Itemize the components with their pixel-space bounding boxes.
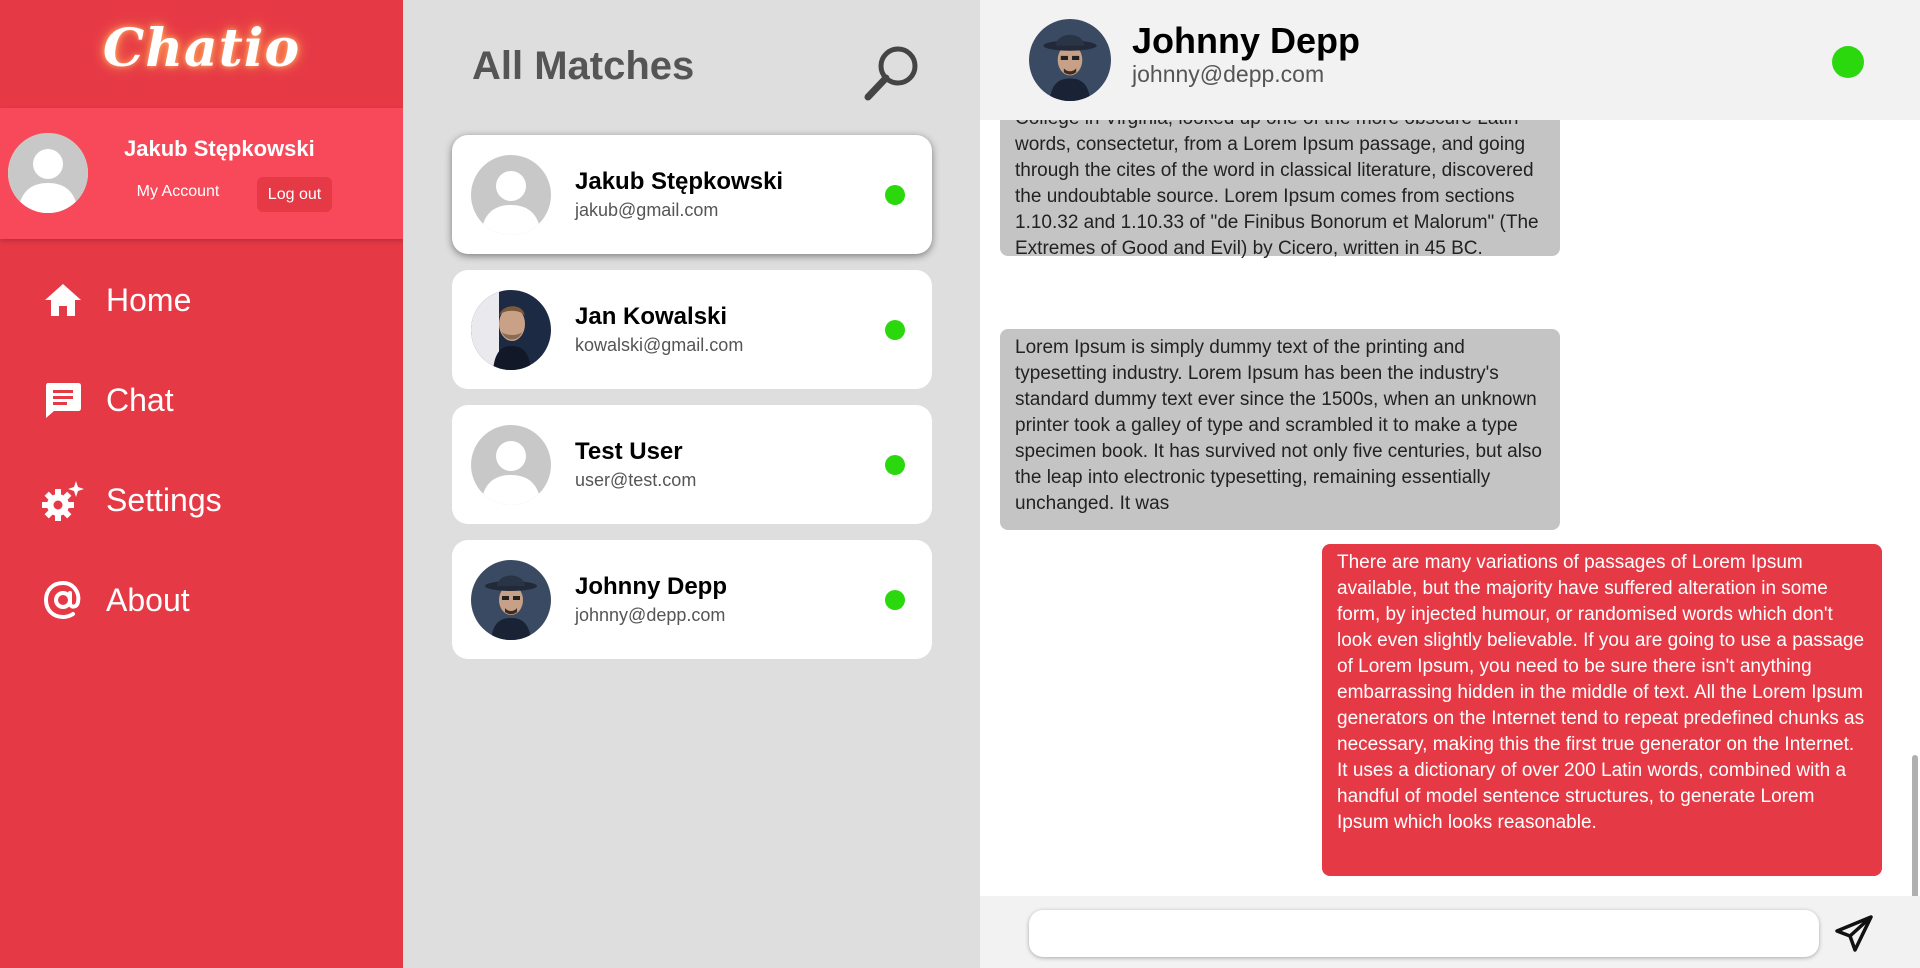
avatar[interactable]	[8, 133, 88, 213]
match-card[interactable]: Johnny Depp johnny@depp.com	[452, 540, 932, 659]
match-name: Johnny Depp	[575, 573, 728, 600]
at-icon	[42, 579, 84, 621]
incoming-message: Lorem Ipsum is simply dummy text of the …	[1000, 329, 1560, 530]
avatar	[471, 290, 551, 370]
matches-title: All Matches	[472, 44, 695, 88]
nav-label-about: About	[106, 581, 190, 618]
match-name: Test User	[575, 438, 683, 465]
match-name: Jan Kowalski	[575, 303, 728, 330]
online-status-dot	[885, 455, 905, 475]
message-composer	[980, 896, 1920, 968]
match-email: johnny@depp.com	[575, 605, 726, 625]
send-button[interactable]	[1830, 910, 1878, 958]
logout-button[interactable]: Log out	[257, 177, 332, 212]
match-email: kowalski@gmail.com	[575, 335, 744, 355]
nav-label-chat: Chat	[106, 381, 174, 418]
scrollbar-thumb[interactable]	[1912, 755, 1918, 896]
incoming-message: College in Virginia, looked up one of th…	[1000, 120, 1560, 259]
profile-photo-icon	[471, 560, 551, 640]
search-icon	[864, 46, 918, 101]
match-email: user@test.com	[575, 470, 697, 490]
default-avatar-icon	[471, 425, 551, 505]
nav-item-about[interactable]: About	[0, 550, 403, 650]
send-icon	[1835, 915, 1873, 952]
avatar	[471, 560, 551, 640]
nav-item-home[interactable]: Home	[0, 250, 403, 350]
sidebar: Chatio Jakub Stępkowski My Account Log o…	[0, 0, 415, 968]
main-nav: Home Chat Settings About	[0, 250, 403, 650]
match-card[interactable]: Jakub Stępkowski jakub@gmail.com	[452, 135, 932, 254]
default-avatar-icon	[8, 133, 88, 213]
avatar	[471, 155, 551, 235]
home-icon	[42, 279, 84, 321]
current-user-name: Jakub Stępkowski	[124, 136, 315, 161]
avatar[interactable]	[1029, 19, 1111, 101]
chat-contact-name: Johnny Depp	[1132, 20, 1361, 61]
match-card[interactable]: Test User user@test.com	[452, 405, 932, 524]
profile-photo-icon	[471, 290, 551, 370]
nav-item-chat[interactable]: Chat	[0, 350, 403, 450]
nav-item-settings[interactable]: Settings	[0, 450, 403, 550]
chat-contact-email: johnny@depp.com	[1132, 61, 1325, 87]
current-user-card: Jakub Stępkowski My Account Log out	[0, 108, 415, 239]
online-status-dot	[885, 320, 905, 340]
matches-panel: All Matches Jakub Stępkowski jakub@gmail…	[403, 0, 980, 968]
message-input[interactable]	[1029, 910, 1819, 957]
gear-icon	[42, 479, 84, 521]
avatar	[471, 425, 551, 505]
match-name: Jakub Stępkowski	[575, 168, 784, 195]
nav-label-home: Home	[106, 281, 192, 318]
profile-photo-icon	[1029, 19, 1111, 101]
match-card[interactable]: Jan Kowalski kowalski@gmail.com	[452, 270, 932, 389]
match-email: jakub@gmail.com	[575, 200, 719, 220]
online-status-dot	[885, 185, 905, 205]
app-logo[interactable]: Chatio	[0, 18, 403, 79]
outgoing-message: There are many variations of passages of…	[1322, 544, 1882, 876]
message-list[interactable]: College in Virginia, looked up one of th…	[980, 120, 1920, 896]
online-status-dot	[885, 590, 905, 610]
chat-icon	[42, 379, 84, 421]
chat-header: Johnny Depp johnny@depp.com	[980, 0, 1920, 120]
my-account-button[interactable]: My Account	[130, 175, 226, 209]
online-status-dot	[1832, 46, 1864, 78]
nav-label-settings: Settings	[106, 481, 222, 518]
chat-panel: Johnny Depp johnny@depp.com College in V…	[980, 0, 1920, 968]
default-avatar-icon	[471, 155, 551, 235]
search-button[interactable]	[860, 44, 924, 104]
